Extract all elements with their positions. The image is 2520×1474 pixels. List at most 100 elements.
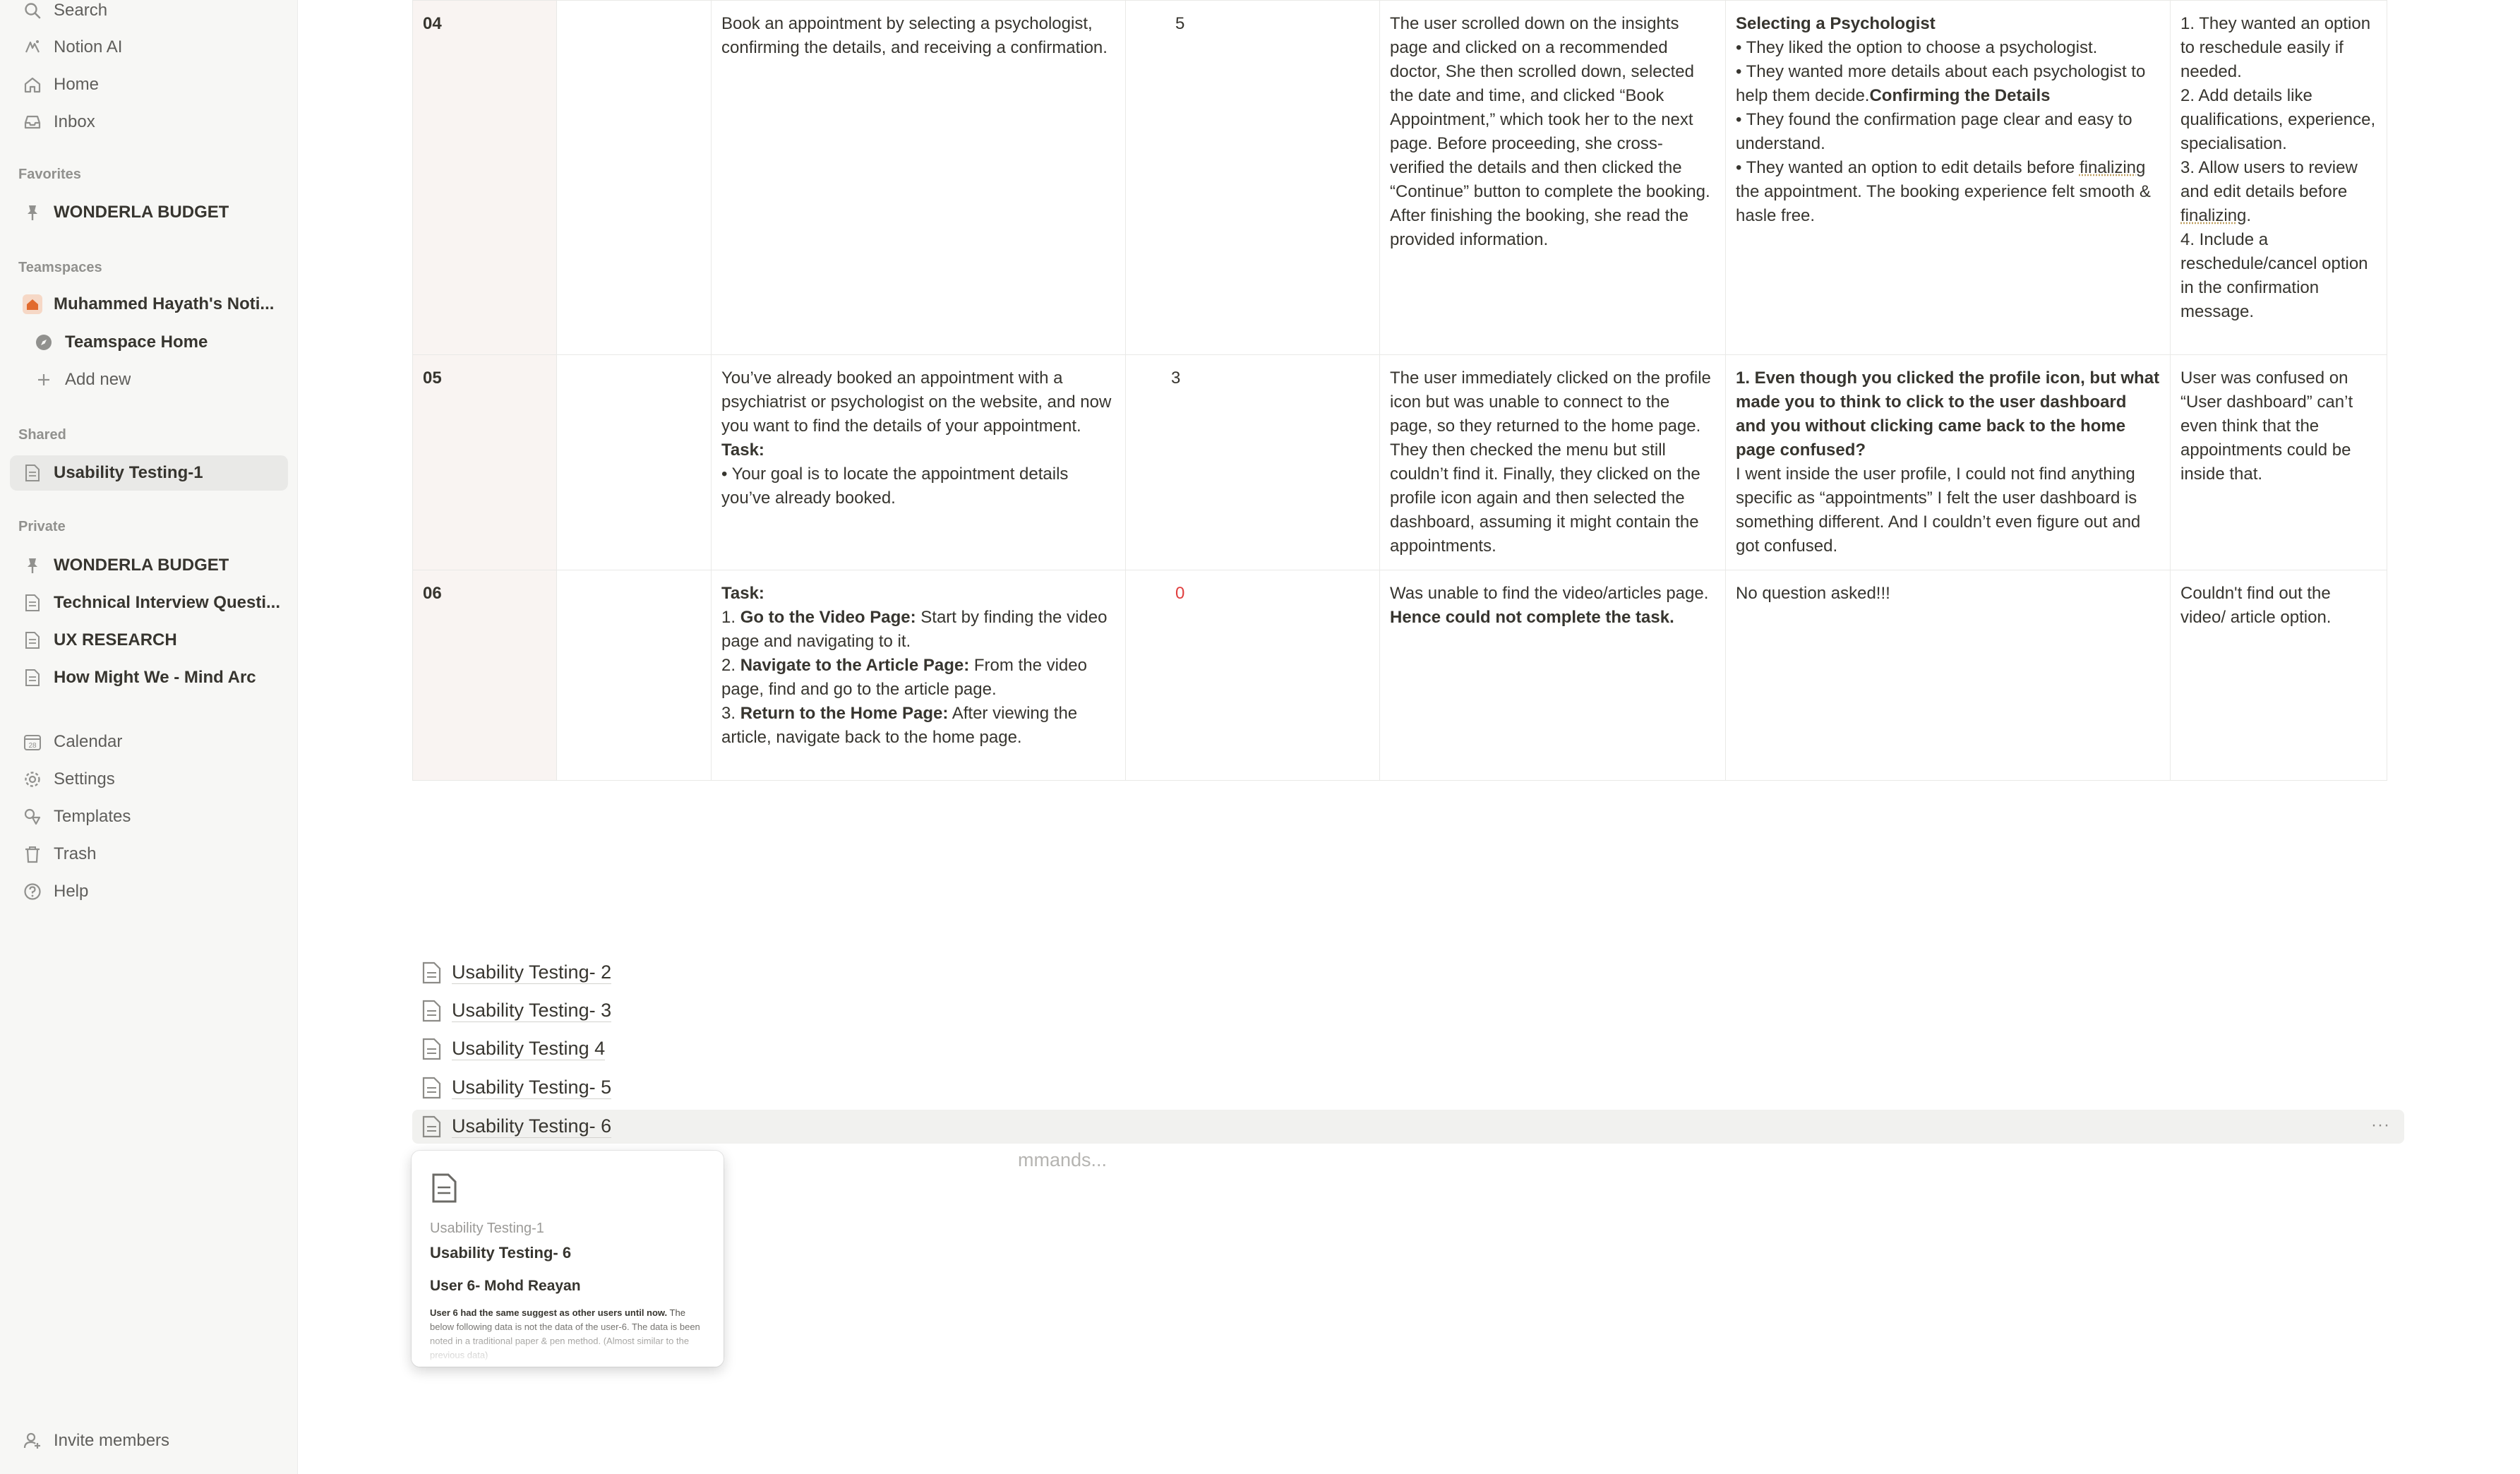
sidebar-item-label: Trash <box>54 844 97 863</box>
feedback-cell[interactable]: 1. Even though you clicked the profile i… <box>1725 354 2171 570</box>
preview-fade <box>412 1317 724 1367</box>
observation-cell[interactable]: Was unable to find the video/articles pa… <box>1379 570 1726 781</box>
sidebar-item-teamspace-home[interactable]: Teamspace Home <box>21 325 288 360</box>
preview-title: Usability Testing- 6 <box>430 1244 572 1262</box>
feedback-cell[interactable]: Selecting a Psychologist • They liked th… <box>1725 0 2171 355</box>
page-link-label: Usability Testing- 3 <box>452 1000 612 1022</box>
page-link-usability-testing-3[interactable]: Usability Testing- 3 <box>412 994 2404 1028</box>
feedback-question: 1. Even though you clicked the profile i… <box>1736 368 2160 460</box>
sidebar-item-teamspace[interactable]: Muhammed Hayath's Noti... <box>10 287 288 322</box>
empty-cell[interactable] <box>556 0 712 355</box>
page-icon <box>21 629 44 652</box>
sidebar-item-templates[interactable]: Templates <box>10 799 288 834</box>
task-step: 2. Navigate to the Article Page: From th… <box>721 656 1087 699</box>
sidebar-item-add-new[interactable]: Add new <box>21 362 288 397</box>
sidebar-item-label: Home <box>54 75 100 94</box>
page-link-label: Usability Testing 4 <box>452 1038 606 1060</box>
empty-cell[interactable] <box>556 354 712 570</box>
sidebar-item-label: Search <box>54 1 108 20</box>
sidebar-item-invite-members[interactable]: Invite members <box>10 1423 288 1458</box>
sidebar-item-usability-testing-1[interactable]: Usability Testing-1 <box>10 455 288 491</box>
observation-cell[interactable]: The user immediately clicked on the prof… <box>1379 354 1726 570</box>
calendar-icon: 28 <box>21 731 44 753</box>
sidebar-item-label: WONDERLA BUDGET <box>54 203 229 222</box>
page-icon <box>422 1000 441 1022</box>
sidebar-item-label: Calendar <box>54 732 123 751</box>
sidebar-item-home[interactable]: Home <box>10 67 288 102</box>
insight-cell[interactable]: Couldn't find out the video/ article opt… <box>2170 570 2387 781</box>
sidebar-item-label: Teamspace Home <box>65 332 208 352</box>
empty-cell[interactable] <box>556 570 712 781</box>
sidebar-item-label: Notion AI <box>54 37 123 56</box>
task-cell[interactable]: Task: 1. Go to the Video Page: Start by … <box>711 570 1126 781</box>
sidebar-item-label: Inbox <box>54 112 95 131</box>
trash-icon <box>21 843 44 865</box>
page-icon <box>422 1077 441 1099</box>
section-favorites: Favorites <box>18 167 81 182</box>
page-link-usability-testing-5[interactable]: Usability Testing- 5 <box>412 1071 2404 1105</box>
score-cell[interactable]: 3 <box>1125 354 1380 570</box>
page-icon <box>432 1173 457 1203</box>
task-cell[interactable]: You’ve already booked an appointment wit… <box>711 354 1126 570</box>
insight-line: 1. They wanted an option to reschedule e… <box>2180 14 2371 81</box>
row-number[interactable]: 05 <box>412 354 557 570</box>
sidebar-item-help[interactable]: Help <box>10 874 288 909</box>
page-link-usability-testing-4[interactable]: Usability Testing 4 <box>412 1032 2404 1066</box>
sidebar-item-label: Help <box>54 882 89 901</box>
sidebar-item-label: Muhammed Hayath's Noti... <box>54 294 275 313</box>
sidebar-item-notion-ai[interactable]: Notion AI <box>10 30 288 65</box>
sidebar-item-label: Invite members <box>54 1431 170 1450</box>
sidebar-item-calendar[interactable]: 28 Calendar <box>10 724 288 760</box>
feedback-cell[interactable]: No question asked!!! <box>1725 570 2171 781</box>
feedback-line: • They liked the option to choose a psyc… <box>1736 38 2098 57</box>
search-icon <box>21 0 44 22</box>
insight-line: 3. Allow users to review and edit detail… <box>2180 158 2358 225</box>
row-number[interactable]: 04 <box>412 0 557 355</box>
sidebar-item-wonderla-budget-private[interactable]: WONDERLA BUDGET <box>10 548 288 583</box>
invite-icon <box>21 1430 44 1452</box>
insight-cell[interactable]: User was confused on “User dashboard” ca… <box>2170 354 2387 570</box>
sidebar-item-how-might-we[interactable]: How Might We - Mind Arc <box>10 660 288 695</box>
house-icon <box>21 293 44 316</box>
sidebar-item-label: WONDERLA BUDGET <box>54 556 229 575</box>
pin-icon <box>21 201 44 224</box>
sidebar-item-trash[interactable]: Trash <box>10 837 288 872</box>
feedback-heading: Selecting a Psychologist <box>1736 14 1936 33</box>
usability-table: 04 Book an appointment by selecting a ps… <box>412 0 2387 781</box>
sidebar-item-ux-research[interactable]: UX RESEARCH <box>10 623 288 658</box>
more-options-icon[interactable]: ··· <box>2371 1115 2390 1135</box>
sidebar-item-label: Templates <box>54 807 131 826</box>
observation-cell[interactable]: The user scrolled down on the insights p… <box>1379 0 1726 355</box>
task-cell[interactable]: Book an appointment by selecting a psych… <box>711 0 1126 355</box>
sidebar: Search Notion AI Home Inbox Favorites WO… <box>0 0 298 1474</box>
page-link-usability-testing-2[interactable]: Usability Testing- 2 <box>412 956 2404 990</box>
task-step: 1. Go to the Video Page: Start by findin… <box>721 608 1108 651</box>
inbox-icon <box>21 111 44 133</box>
insight-line: 2. Add details like qualifications, expe… <box>2180 86 2376 153</box>
home-icon <box>21 73 44 96</box>
sidebar-item-wonderla-budget[interactable]: WONDERLA BUDGET <box>10 195 288 230</box>
gear-icon <box>21 768 44 791</box>
score-cell[interactable]: 5 <box>1125 0 1380 355</box>
page-icon <box>21 462 44 484</box>
sidebar-item-label: How Might We - Mind Arc <box>54 668 256 687</box>
insight-line: 4. Include a reschedule/cancel option in… <box>2180 230 2368 321</box>
help-icon <box>21 880 44 903</box>
insight-cell[interactable]: 1. They wanted an option to reschedule e… <box>2170 0 2387 355</box>
page-icon <box>422 1038 441 1060</box>
sidebar-item-settings[interactable]: Settings <box>10 762 288 797</box>
score-cell[interactable]: 0 <box>1125 570 1380 781</box>
task-text: You’ve already booked an appointment wit… <box>721 368 1112 436</box>
pin-icon <box>21 554 44 577</box>
sidebar-item-technical-interview[interactable]: Technical Interview Questi... <box>10 585 288 621</box>
block-placeholder[interactable]: mmands... <box>1018 1149 1107 1171</box>
page-link-usability-testing-6[interactable]: Usability Testing- 6 ··· <box>412 1110 2404 1144</box>
sidebar-item-inbox[interactable]: Inbox <box>10 104 288 140</box>
page-preview-card[interactable]: Usability Testing-1 Usability Testing- 6… <box>412 1151 724 1367</box>
preview-heading: User 6- Mohd Reayan <box>430 1278 581 1294</box>
svg-text:28: 28 <box>28 742 37 750</box>
sidebar-item-search[interactable]: Search <box>10 0 288 28</box>
table-row: 05 You’ve already booked an appointment … <box>412 354 2387 570</box>
row-number[interactable]: 06 <box>412 570 557 781</box>
table-row: 04 Book an appointment by selecting a ps… <box>412 0 2387 355</box>
